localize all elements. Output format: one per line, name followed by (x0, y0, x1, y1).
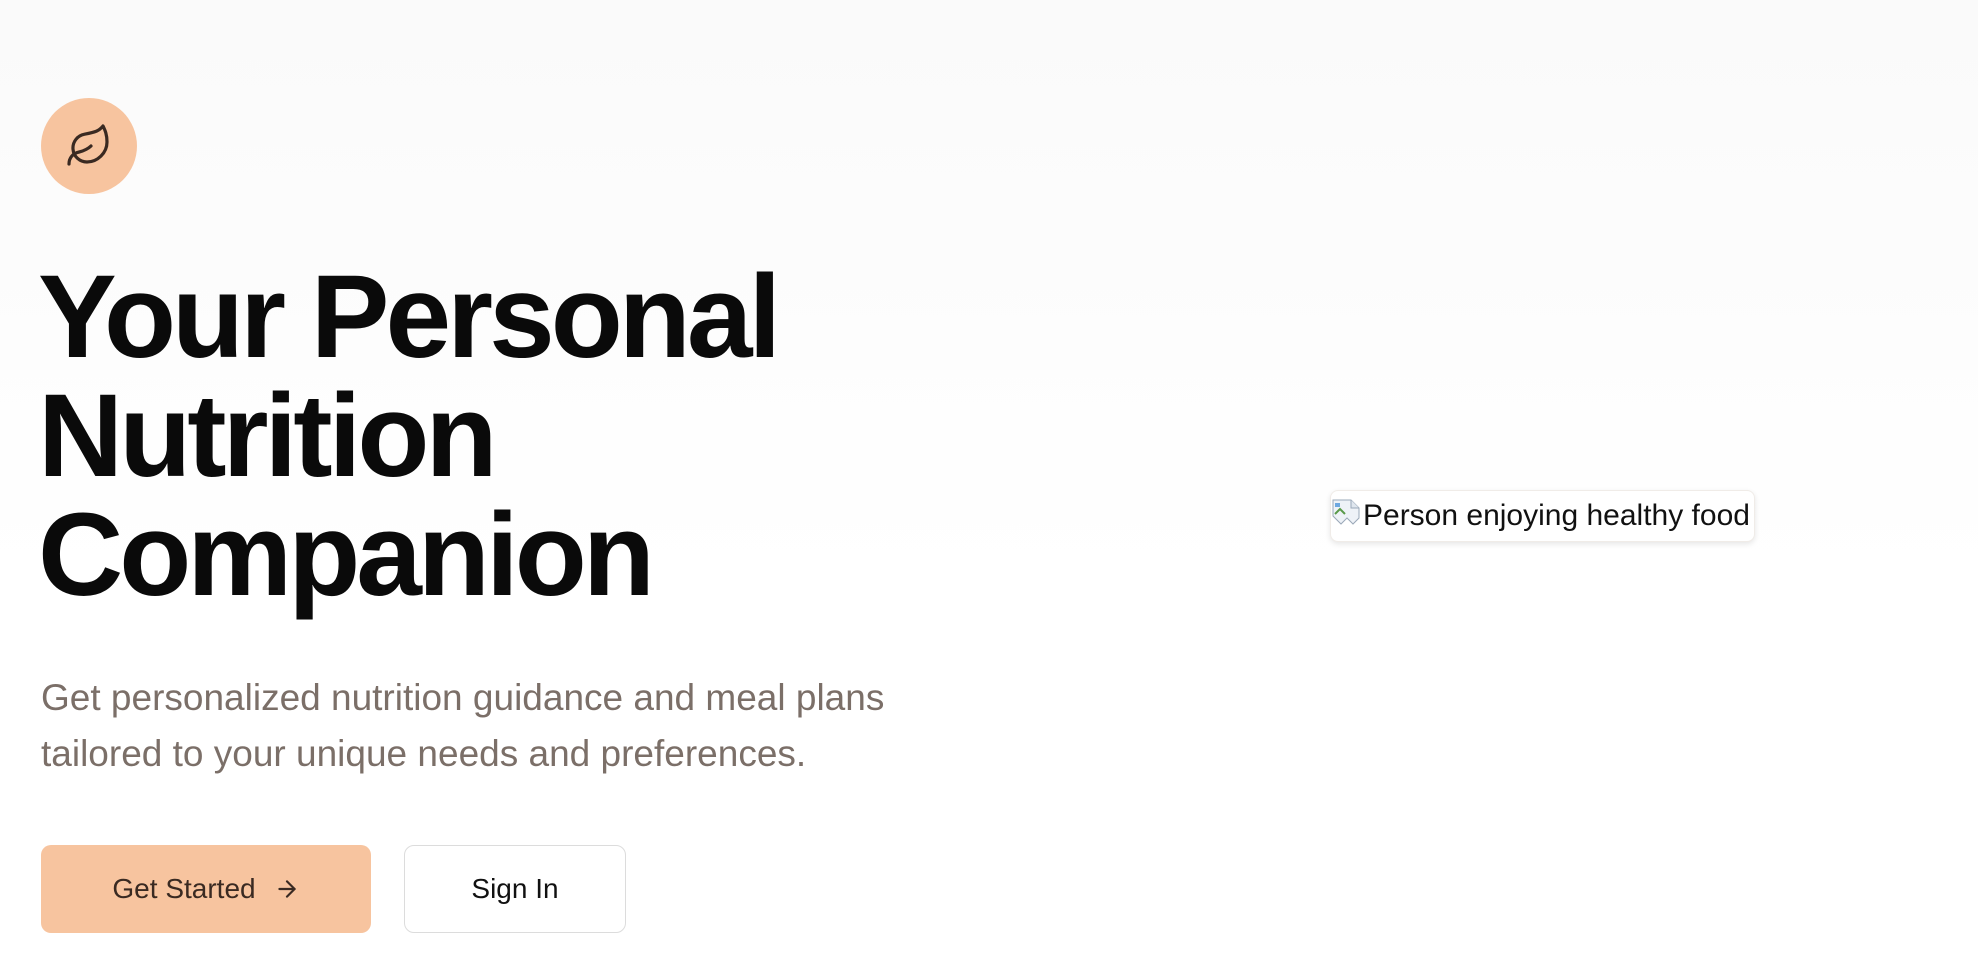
landing-page: Your Personal Nutrition Companion Get pe… (0, 0, 1978, 966)
hero-title-line: Companion (38, 489, 655, 621)
hero-image-alt-text: Person enjoying healthy food (1363, 499, 1750, 532)
hero-title: Your Personal Nutrition Companion (38, 258, 938, 615)
get-started-button[interactable]: Get Started (41, 845, 371, 933)
sign-in-label: Sign In (471, 873, 559, 904)
get-started-label: Get Started (112, 873, 256, 904)
hero-subtitle-line: Get personalized nutrition guidance and … (41, 677, 885, 718)
hero-subtitle-line: tailored to your unique needs and prefer… (41, 733, 807, 774)
broken-image-icon (1331, 498, 1361, 534)
hero-title-line: Your Personal (38, 251, 781, 383)
hero-title-line: Nutrition (38, 370, 498, 502)
logo-badge (41, 98, 137, 194)
leaf-icon (67, 124, 109, 166)
sign-in-button[interactable]: Sign In (404, 845, 626, 933)
hero-image: Person enjoying healthy food (1330, 490, 1755, 542)
hero-subtitle: Get personalized nutrition guidance and … (41, 670, 981, 782)
arrow-right-icon (277, 880, 296, 898)
